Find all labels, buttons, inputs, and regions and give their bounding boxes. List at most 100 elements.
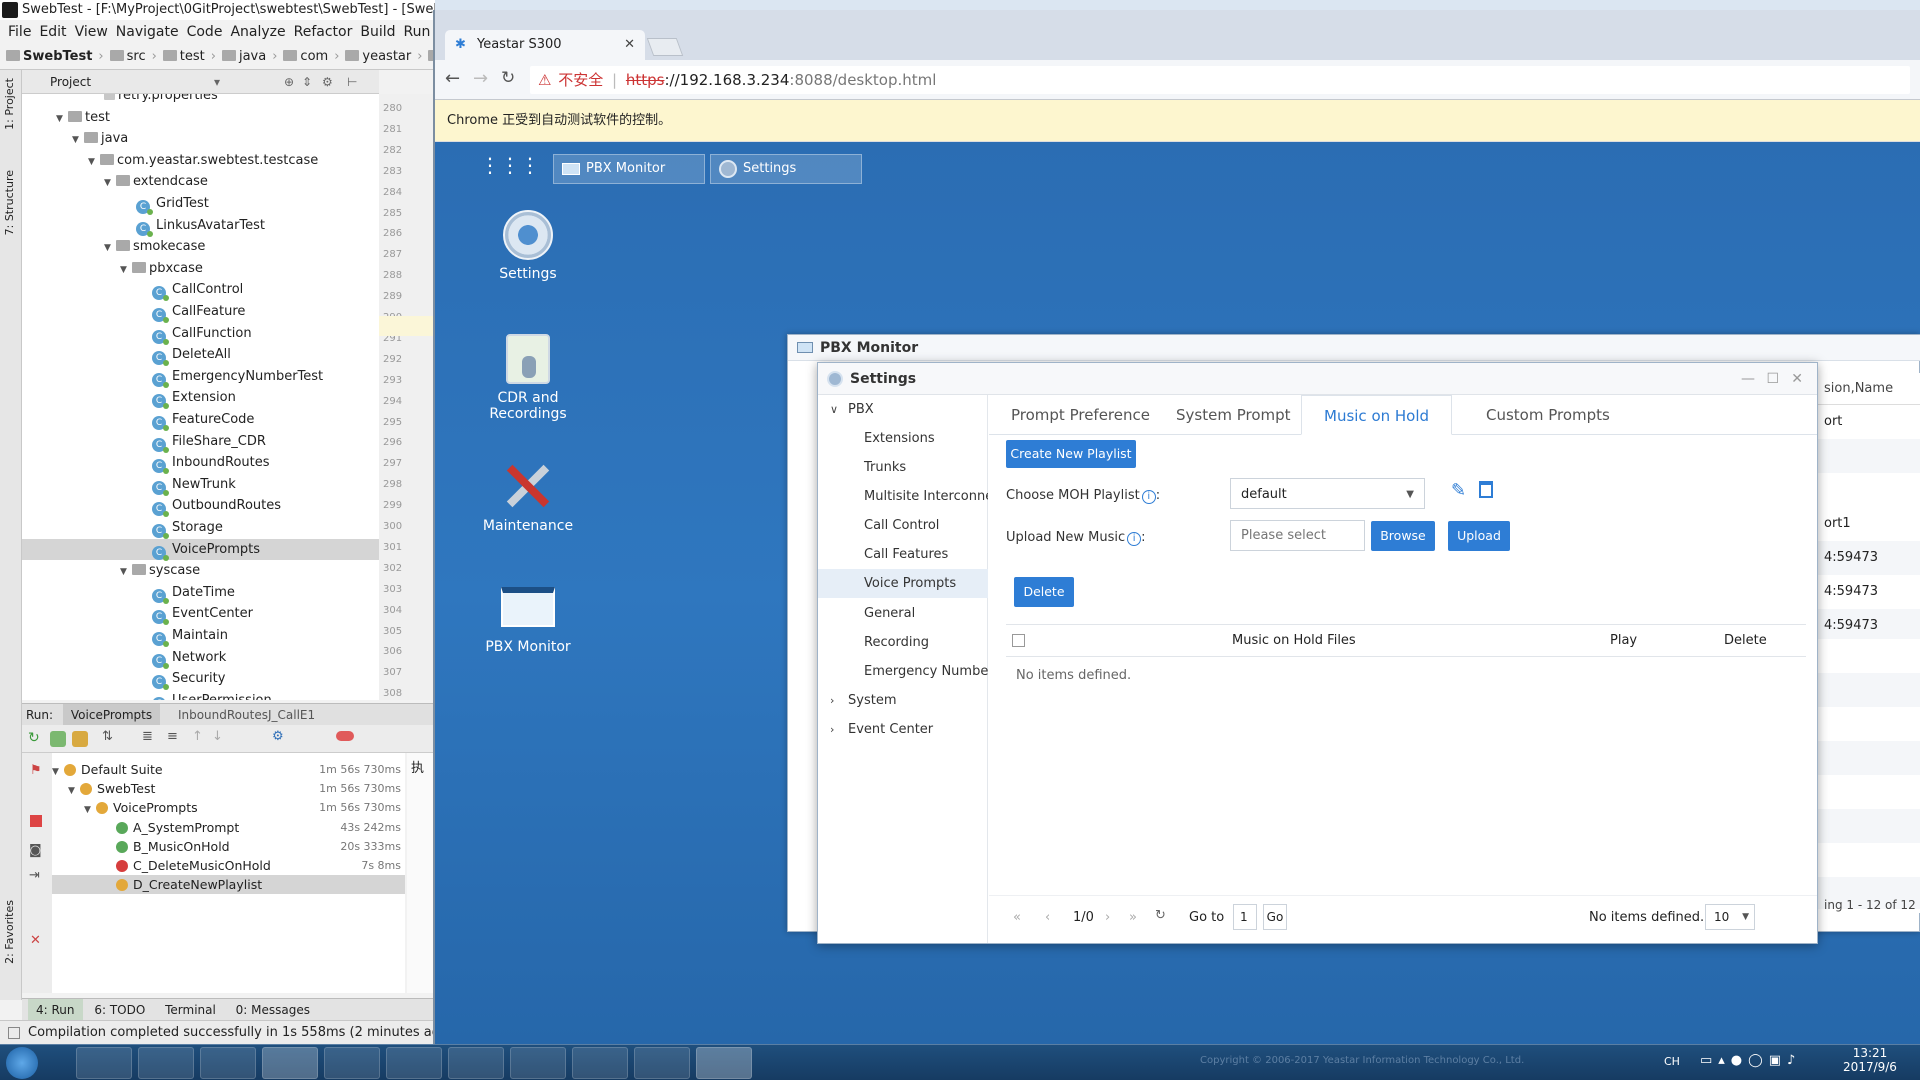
desktop-icon-maintenance[interactable]: Maintenance <box>473 460 583 534</box>
tree-item[interactable]: ▼ com.yeastar.swebtest.testcase <box>22 150 379 171</box>
tree-item[interactable]: C CallFeature <box>22 301 379 323</box>
show-passed-icon[interactable] <box>50 731 66 747</box>
expand-arrow-icon[interactable]: ▼ <box>104 173 116 194</box>
delete-button[interactable]: Delete <box>1014 577 1074 607</box>
browse-button[interactable]: Browse <box>1371 521 1435 551</box>
refresh-icon[interactable]: ↻ <box>1155 908 1166 923</box>
tree-item[interactable]: C NewTrunk <box>22 474 379 496</box>
test-node[interactable]: ▼ VoicePrompts 1m 56s 730ms <box>52 798 405 817</box>
rerun-icon[interactable]: ↻ <box>28 730 40 746</box>
test-node[interactable]: D_CreateNewPlaylist <box>52 875 405 895</box>
tree-item[interactable]: C Maintain <box>22 625 379 647</box>
chevron-down-icon[interactable]: ∨ <box>830 395 838 424</box>
prev-page-icon[interactable]: ‹ <box>1045 910 1050 925</box>
upload-file-field[interactable] <box>1230 520 1365 551</box>
menu-item-analyze[interactable]: Analyze <box>230 24 285 40</box>
tree-item[interactable]: ▼ test <box>22 107 379 128</box>
menu-item-refactor[interactable]: Refactor <box>294 24 353 40</box>
tree-item[interactable]: C InboundRoutes <box>22 452 379 475</box>
run-tab-inbound[interactable]: InboundRoutesJ_CallE1 <box>170 704 323 726</box>
last-page-icon[interactable]: » <box>1129 910 1137 925</box>
dropdown-icon[interactable]: ▾ <box>214 70 220 94</box>
tree-item[interactable]: C EventCenter <box>22 603 379 626</box>
show-ignored-icon[interactable] <box>72 731 88 747</box>
expand-arrow-icon[interactable]: ▼ <box>72 130 84 151</box>
moh-playlist-select[interactable]: default ▼ <box>1230 478 1425 509</box>
test-node[interactable]: ▼ SwebTest 1m 56s 730ms <box>52 779 405 798</box>
test-node[interactable]: A_SystemPrompt 43s 242ms <box>52 818 405 837</box>
taskbar-app-s[interactable] <box>448 1047 504 1079</box>
chevron-right-icon[interactable]: › <box>830 715 834 744</box>
gear-icon[interactable]: ⚙ <box>322 70 333 94</box>
tool-tab-messages[interactable]: 0: Messages <box>228 999 318 1021</box>
taskbar-app-firefox[interactable] <box>572 1047 628 1079</box>
menu-item-file[interactable]: File <box>8 24 31 40</box>
per-page-select[interactable]: 10 ▼ <box>1705 904 1755 930</box>
tab-system-prompt[interactable]: System Prompt <box>1154 395 1313 435</box>
settings-icon[interactable]: ⚙ <box>272 729 284 744</box>
desktop-icon-settings[interactable]: Settings <box>473 210 583 282</box>
nav-item-voice-prompts[interactable]: Voice Prompts <box>818 569 988 598</box>
menu-item-run[interactable]: Run <box>404 24 431 40</box>
tree-item[interactable]: ▼ java <box>22 128 379 149</box>
expand-arrow-icon[interactable]: ▼ <box>104 238 116 259</box>
tree-item[interactable]: ▼ pbxcase <box>22 258 379 279</box>
tree-item[interactable]: C Storage <box>22 517 379 539</box>
tool-tab-todo[interactable]: 6: TODO <box>86 999 153 1021</box>
breadcrumb-item[interactable]: SwebTest <box>6 49 92 64</box>
next-page-icon[interactable]: › <box>1105 910 1110 925</box>
tree-item[interactable]: C GridTest <box>22 193 379 215</box>
tree-item[interactable]: ▼ extendcase <box>22 171 379 192</box>
tree-item[interactable]: retry.properties <box>22 94 379 106</box>
breadcrumb-item[interactable]: test <box>162 49 205 64</box>
url-field[interactable]: ⚠ 不安全 | https://192.168.3.234:8088/deskt… <box>530 66 1910 94</box>
edit-icon[interactable]: ✎ <box>1451 480 1466 501</box>
taskbar-app-wrench[interactable] <box>634 1047 690 1079</box>
sync-icon[interactable]: ⊕ <box>284 70 294 94</box>
tree-item[interactable]: C Security <box>22 668 379 691</box>
breadcrumb-item[interactable]: yeastar <box>345 49 411 64</box>
taskbar-app-skype[interactable] <box>510 1047 566 1079</box>
tree-item[interactable]: C OutboundRoutes <box>22 495 379 518</box>
tab-project[interactable]: 1: Project <box>3 78 16 130</box>
apps-grid-icon[interactable]: ⋮⋮⋮ <box>480 155 540 186</box>
down-icon[interactable]: ↓ <box>212 729 223 744</box>
tab-favorites[interactable]: 2: Favorites <box>3 900 16 964</box>
create-playlist-button[interactable]: Create New Playlist <box>1006 440 1136 468</box>
tree-item[interactable]: C DeleteAll <box>22 344 379 367</box>
test-node[interactable]: C_DeleteMusicOnHold 7s 8ms <box>52 856 405 875</box>
nav-item-pbx[interactable]: ∨ PBX <box>818 395 988 424</box>
tool-tab-run[interactable]: 4: Run <box>28 999 83 1021</box>
language-indicator[interactable]: CH <box>1664 1055 1680 1068</box>
first-page-icon[interactable]: « <box>1013 910 1021 925</box>
project-panel-title[interactable]: Project <box>50 75 91 89</box>
nav-item-call-features[interactable]: Call Features <box>818 540 988 569</box>
stop-icon[interactable] <box>30 815 42 827</box>
start-button[interactable] <box>6 1047 38 1079</box>
info-icon[interactable]: i <box>1141 490 1156 504</box>
nav-item-event-center[interactable]: › Event Center <box>818 715 988 744</box>
tree-item[interactable]: C CallFunction <box>22 323 379 345</box>
taskbar-app-computer[interactable] <box>76 1047 132 1079</box>
nav-item-general[interactable]: General <box>818 599 988 628</box>
info-icon[interactable]: i <box>1127 532 1142 546</box>
taskbar-app-notes[interactable] <box>138 1047 194 1079</box>
menu-item-view[interactable]: View <box>75 24 108 40</box>
nav-item-extensions[interactable]: Extensions <box>818 424 988 453</box>
tree-item[interactable]: C EmergencyNumberTest <box>22 366 379 388</box>
taskbar-app-game[interactable] <box>386 1047 442 1079</box>
taskbar-app-chrome[interactable] <box>696 1047 752 1079</box>
tab-structure[interactable]: 7: Structure <box>3 170 16 235</box>
goto-input[interactable]: 1 <box>1233 904 1257 930</box>
tree-item[interactable]: ▼ smokecase <box>22 236 379 257</box>
tree-item[interactable]: C VoicePrompts <box>22 538 379 561</box>
menu-item-code[interactable]: Code <box>187 24 223 40</box>
run-tab-voiceprompts[interactable]: VoicePrompts <box>62 704 161 726</box>
chevron-right-icon[interactable]: › <box>830 686 834 715</box>
upload-button[interactable]: Upload <box>1448 521 1510 551</box>
tree-item[interactable]: C Network <box>22 647 379 669</box>
breadcrumb-item[interactable]: java <box>221 49 266 64</box>
tree-item[interactable]: ▼ syscase <box>22 560 379 581</box>
select-all-checkbox[interactable] <box>1012 634 1025 647</box>
tab-custom-prompts[interactable]: Custom Prompts <box>1464 395 1632 435</box>
